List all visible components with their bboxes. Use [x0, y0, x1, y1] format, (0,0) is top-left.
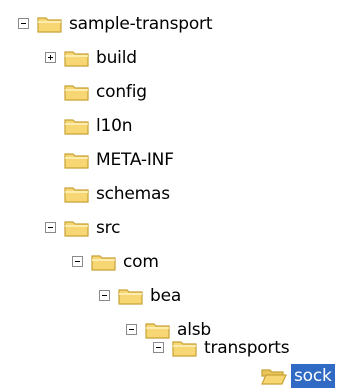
tree-node-bea[interactable]: bea	[0, 283, 320, 309]
tree-node-build[interactable]: build	[0, 45, 300, 71]
folder-icon	[64, 153, 89, 169]
collapse-icon[interactable]	[126, 324, 137, 335]
tree-node-label: sock	[291, 364, 335, 388]
tree-node-src[interactable]: src	[0, 215, 300, 241]
collapse-icon[interactable]	[99, 290, 110, 301]
open-folder-icon	[261, 369, 287, 385]
tree-node-sample-transport[interactable]: sample-transport	[0, 11, 300, 37]
tree-node-label: build	[96, 48, 137, 68]
folder-icon	[64, 51, 89, 67]
tree-node-com[interactable]: com	[0, 249, 300, 275]
tree-node-label: config	[96, 82, 147, 102]
tree-node-l10n[interactable]: l10n	[0, 113, 300, 139]
folder-icon	[37, 17, 62, 33]
tree-node-label: com	[123, 252, 159, 272]
folder-icon	[118, 289, 143, 305]
tree-node-label: transports	[204, 338, 290, 358]
tree-node-label: sample-transport	[69, 14, 213, 34]
collapse-icon[interactable]	[153, 342, 164, 353]
tree-node-label: bea	[150, 286, 182, 306]
folder-icon	[91, 255, 116, 271]
folder-icon	[172, 341, 197, 357]
folder-tree: sample-transport build config l10n META-…	[0, 0, 358, 392]
tree-node-config[interactable]: config	[0, 79, 300, 105]
tree-node-label: l10n	[96, 116, 133, 136]
tree-node-label: META-INF	[96, 150, 174, 170]
folder-icon	[64, 187, 89, 203]
tree-node-sock[interactable]: sock	[0, 363, 358, 389]
folder-icon	[64, 119, 89, 135]
tree-node-label: src	[96, 218, 121, 238]
tree-node-transports[interactable]: transports	[0, 335, 358, 361]
collapse-icon[interactable]	[18, 18, 29, 29]
expand-icon[interactable]	[45, 52, 56, 63]
tree-node-meta-inf[interactable]: META-INF	[0, 147, 300, 173]
collapse-icon[interactable]	[72, 256, 83, 267]
folder-icon	[64, 85, 89, 101]
tree-node-label: schemas	[96, 184, 170, 204]
tree-node-schemas[interactable]: schemas	[0, 181, 300, 207]
folder-icon	[64, 221, 89, 237]
collapse-icon[interactable]	[45, 222, 56, 233]
